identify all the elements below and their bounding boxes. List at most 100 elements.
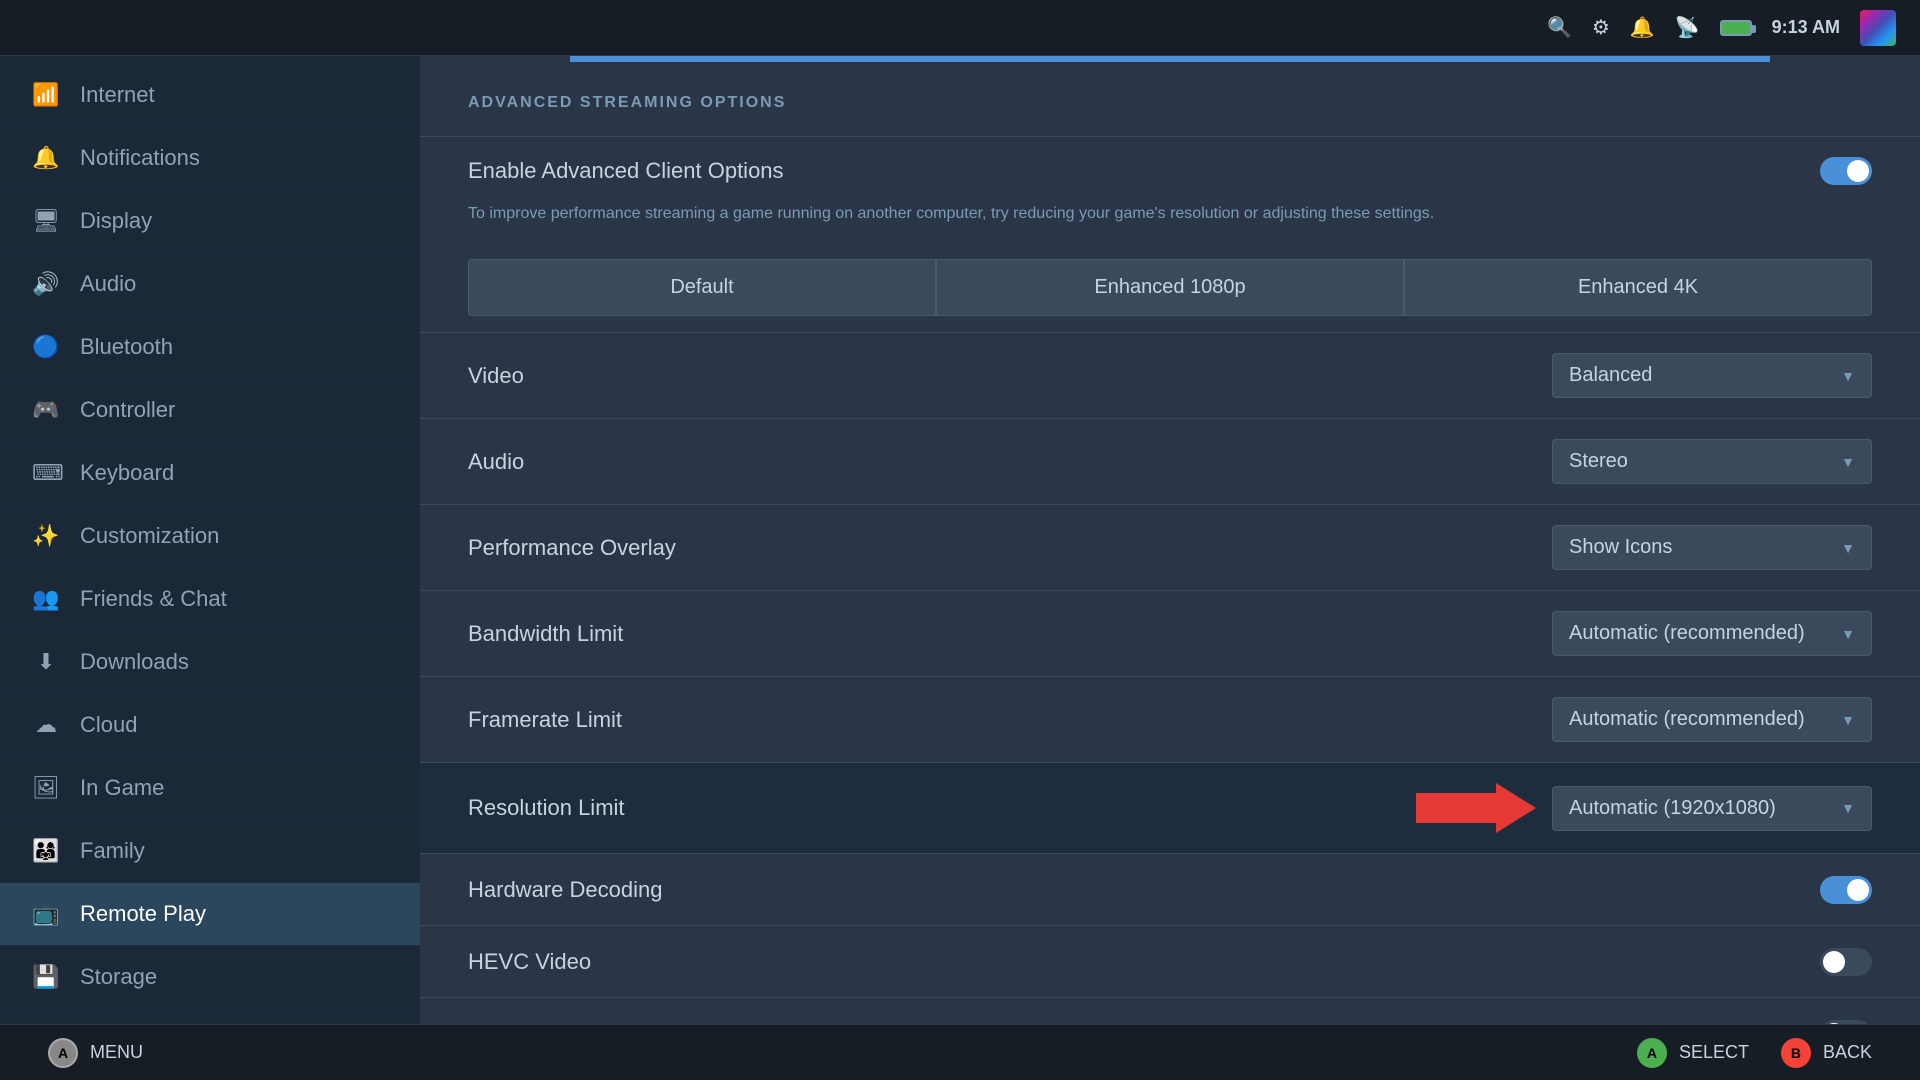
sidebar-item-controller[interactable]: 🎮 Controller (0, 379, 420, 442)
dropdown-0[interactable]: Balanced▼ (1552, 353, 1872, 398)
sidebar: 📶 Internet 🔔 Notifications 🖥 Display 🔊 A… (0, 56, 420, 1024)
content-area: ADVANCED STREAMING OPTIONS Enable Advanc… (420, 56, 1920, 1024)
notification-icon[interactable]: 🔔 (1630, 15, 1655, 40)
label-cloud: Cloud (80, 712, 137, 738)
icon-storage: 💾 (32, 964, 60, 990)
a-button-select: A (1637, 1038, 1667, 1068)
clock: 9:13 AM (1772, 17, 1840, 38)
icon-display: 🖥 (32, 208, 60, 234)
avatar[interactable] (1860, 10, 1896, 46)
dropdown-4[interactable]: Automatic (recommended)▼ (1552, 697, 1872, 742)
select-action[interactable]: A SELECT (1637, 1038, 1749, 1068)
sidebar-item-keyboard[interactable]: ⌨ Keyboard (0, 442, 420, 505)
sidebar-item-remote-play[interactable]: 📺 Remote Play (0, 883, 420, 946)
sidebar-item-in-game[interactable]: 🖼 In Game (0, 757, 420, 820)
icon-friends-chat: 👥 (32, 586, 60, 612)
icon-audio: 🔊 (32, 271, 60, 297)
label-bluetooth: Bluetooth (80, 334, 173, 360)
setting-label-2: Performance Overlay (468, 535, 1552, 561)
setting-label-3: Bandwidth Limit (468, 621, 1552, 647)
dropdown-arrow-1: ▼ (1841, 454, 1855, 470)
enable-advanced-toggle[interactable] (1820, 157, 1872, 185)
preset-default-button[interactable]: Default (468, 259, 936, 316)
label-downloads: Downloads (80, 649, 189, 675)
back-label: BACK (1823, 1042, 1872, 1063)
label-storage: Storage (80, 964, 157, 990)
dropdown-arrow-0: ▼ (1841, 368, 1855, 384)
enable-advanced-row: Enable Advanced Client Options (420, 136, 1920, 205)
label-family: Family (80, 838, 145, 864)
dropdown-arrow-3: ▼ (1841, 626, 1855, 642)
label-customization: Customization (80, 523, 219, 549)
setting-label-4: Framerate Limit (468, 707, 1552, 733)
icon-keyboard: ⌨ (32, 460, 60, 486)
label-audio: Audio (80, 271, 136, 297)
right-actions: A SELECT B BACK (1637, 1038, 1872, 1068)
setting-label-1: Audio (468, 449, 1552, 475)
sidebar-item-audio[interactable]: 🔊 Audio (0, 253, 420, 316)
icon-cloud: ☁ (32, 712, 60, 738)
icon-bluetooth: 🔵 (32, 334, 60, 360)
b-button-back: B (1781, 1038, 1811, 1068)
sidebar-item-customization[interactable]: ✨ Customization (0, 505, 420, 568)
setting-row-6: Hardware Decoding (420, 853, 1920, 925)
icon-internet: 📶 (32, 82, 60, 108)
label-notifications: Notifications (80, 145, 200, 171)
icon-in-game: 🖼 (32, 775, 60, 801)
toggle-knob-7 (1823, 951, 1845, 973)
battery-icon (1720, 20, 1752, 36)
label-friends-chat: Friends & Chat (80, 586, 227, 612)
setting-label-0: Video (468, 363, 1552, 389)
enable-advanced-desc: To improve performance streaming a game … (420, 205, 1920, 243)
sidebar-item-display[interactable]: 🖥 Display (0, 190, 420, 253)
search-icon[interactable]: 🔍 (1547, 15, 1572, 40)
dropdown-arrow-4: ▼ (1841, 712, 1855, 728)
menu-action[interactable]: A MENU (48, 1038, 143, 1068)
icon-family: 👨‍👩‍👧 (32, 838, 60, 864)
sidebar-item-internet[interactable]: 📶 Internet (0, 64, 420, 127)
toggle-7[interactable] (1820, 948, 1872, 976)
select-label: SELECT (1679, 1042, 1749, 1063)
sidebar-item-storage[interactable]: 💾 Storage (0, 946, 420, 1009)
sidebar-item-bluetooth[interactable]: 🔵 Bluetooth (0, 316, 420, 379)
dropdown-arrow-2: ▼ (1841, 540, 1855, 556)
setting-row-4: Framerate LimitAutomatic (recommended)▼ (420, 676, 1920, 762)
broadcast-icon[interactable]: 📡 (1675, 15, 1700, 40)
setting-row-8: Low Latency Networking (420, 997, 1920, 1024)
toggle-8[interactable] (1820, 1020, 1872, 1025)
sidebar-item-notifications[interactable]: 🔔 Notifications (0, 127, 420, 190)
toggle-knob (1847, 160, 1869, 182)
a-button-menu: A (48, 1038, 78, 1068)
sidebar-item-cloud[interactable]: ☁ Cloud (0, 694, 420, 757)
sidebar-item-friends-chat[interactable]: 👥 Friends & Chat (0, 568, 420, 631)
sidebar-item-game-recording[interactable]: 🎬 Game Recording (0, 1009, 420, 1024)
setting-label-5: Resolution Limit (468, 795, 1416, 821)
setting-row-7: HEVC Video (420, 925, 1920, 997)
back-action[interactable]: B BACK (1781, 1038, 1872, 1068)
dropdown-1[interactable]: Stereo▼ (1552, 439, 1872, 484)
red-arrow-icon (1416, 783, 1536, 833)
dropdown-5[interactable]: Automatic (1920x1080)▼ (1552, 786, 1872, 831)
sidebar-item-downloads[interactable]: ⬇ Downloads (0, 631, 420, 694)
settings-icon[interactable]: ⚙ (1592, 15, 1610, 40)
setting-row-1: AudioStereo▼ (420, 418, 1920, 504)
dropdown-3[interactable]: Automatic (recommended)▼ (1552, 611, 1872, 656)
topbar: 🔍 ⚙ 🔔 📡 9:13 AM (0, 0, 1920, 56)
icon-notifications: 🔔 (32, 145, 60, 171)
enable-advanced-label: Enable Advanced Client Options (468, 158, 1820, 184)
icon-downloads: ⬇ (32, 649, 60, 675)
setting-label-7: HEVC Video (468, 949, 1820, 975)
setting-row-2: Performance OverlayShow Icons▼ (420, 504, 1920, 590)
sidebar-item-family[interactable]: 👨‍👩‍👧 Family (0, 820, 420, 883)
icon-customization: ✨ (32, 523, 60, 549)
preset-1080p-button[interactable]: Enhanced 1080p (936, 259, 1404, 316)
label-in-game: In Game (80, 775, 164, 801)
menu-label: MENU (90, 1042, 143, 1063)
preset-4k-button[interactable]: Enhanced 4K (1404, 259, 1872, 316)
toggle-knob-8 (1823, 1023, 1845, 1025)
icon-controller: 🎮 (32, 397, 60, 423)
label-internet: Internet (80, 82, 155, 108)
setting-row-0: VideoBalanced▼ (420, 332, 1920, 418)
dropdown-2[interactable]: Show Icons▼ (1552, 525, 1872, 570)
toggle-6[interactable] (1820, 876, 1872, 904)
